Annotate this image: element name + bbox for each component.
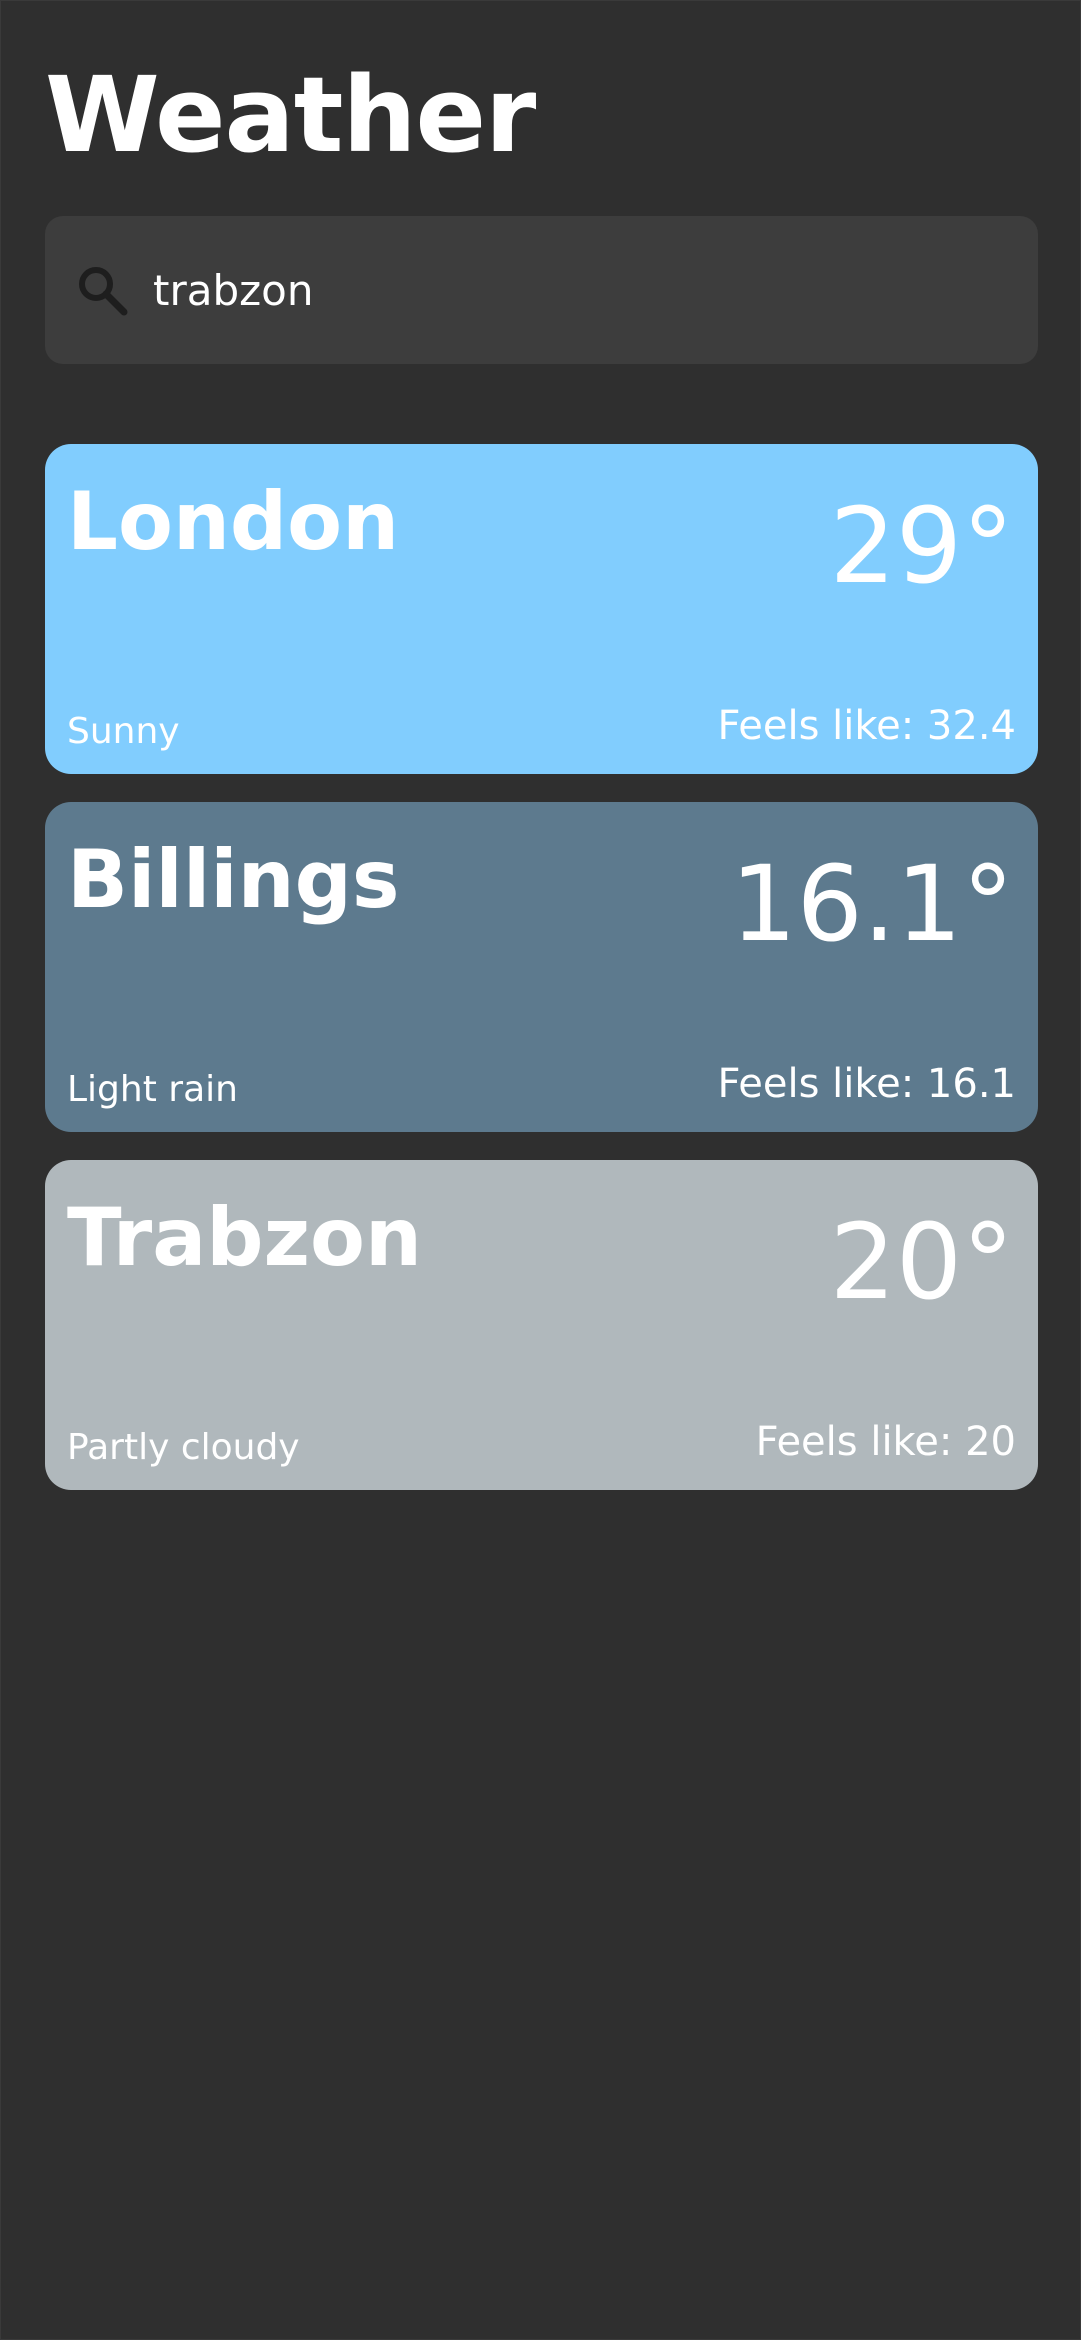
search-input[interactable]: [153, 254, 1003, 326]
city-name: Billings: [67, 833, 400, 926]
condition-text: Light rain: [67, 1069, 238, 1110]
condition-text: Partly cloudy: [67, 1427, 300, 1468]
feels-like-text: Feels like: 16.1: [717, 1061, 1016, 1107]
page-title: Weather: [45, 54, 536, 176]
search-icon: [79, 267, 128, 316]
weather-app: Weather London 29° Sunny Feels like: 32.…: [0, 0, 1081, 2340]
temperature: 20°: [829, 1201, 1014, 1323]
weather-card-london[interactable]: London 29° Sunny Feels like: 32.4: [45, 444, 1038, 774]
weather-card-billings[interactable]: Billings 16.1° Light rain Feels like: 16…: [45, 802, 1038, 1132]
search-bar[interactable]: [45, 216, 1038, 364]
city-name: London: [67, 475, 400, 568]
feels-like-text: Feels like: 32.4: [717, 703, 1016, 749]
feels-like-text: Feels like: 20: [755, 1419, 1016, 1465]
city-name: Trabzon: [67, 1191, 422, 1284]
weather-card-trabzon[interactable]: Trabzon 20° Partly cloudy Feels like: 20: [45, 1160, 1038, 1490]
temperature: 29°: [829, 485, 1014, 607]
condition-text: Sunny: [67, 711, 180, 752]
temperature: 16.1°: [730, 843, 1014, 965]
